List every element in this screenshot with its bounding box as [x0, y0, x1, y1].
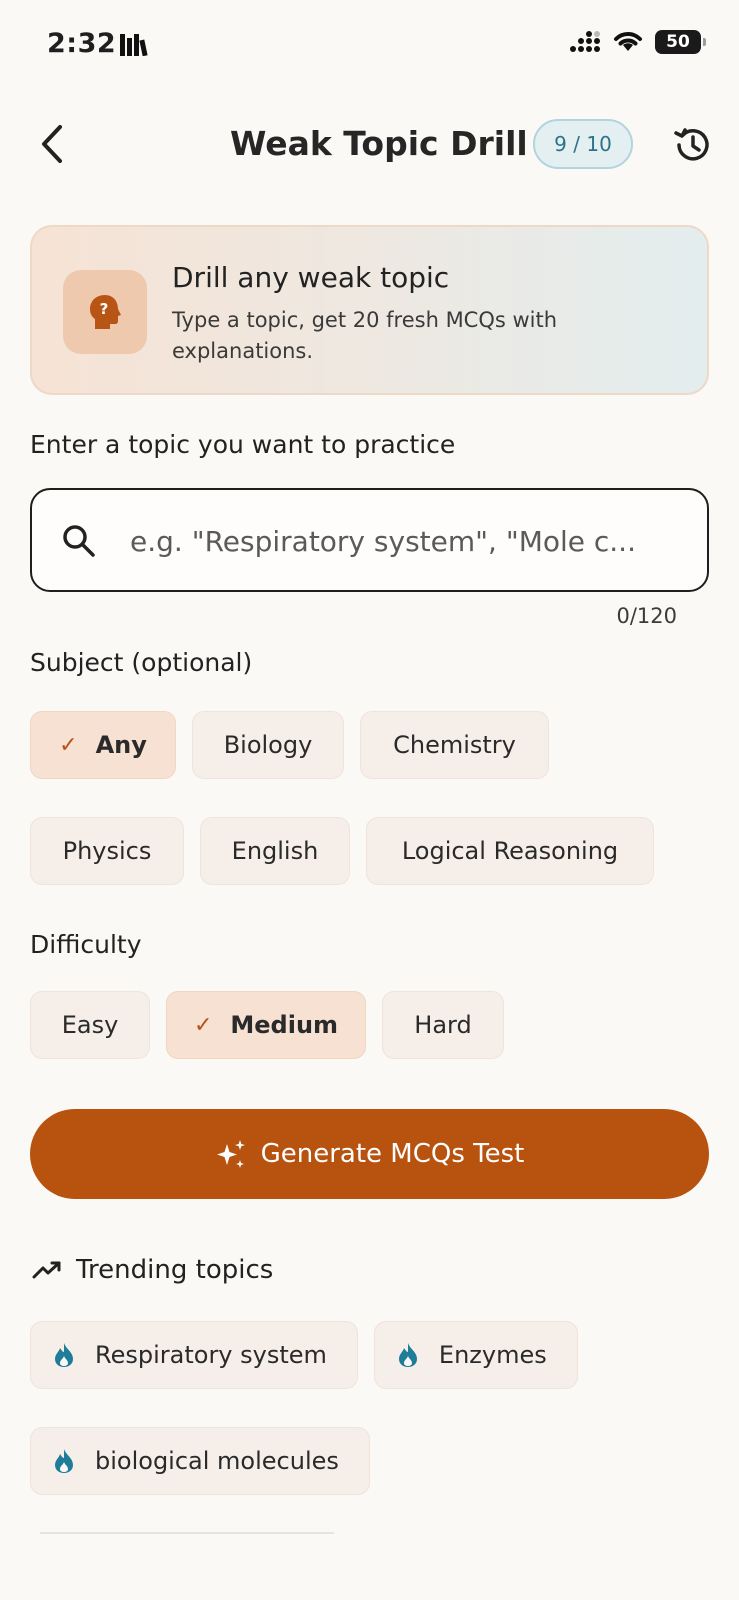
chip-label: Medium [230, 1011, 339, 1039]
status-bar: 2:32 50 [0, 0, 739, 90]
quota-badge: 9 / 10 [533, 119, 633, 169]
subject-chip-logical-reasoning[interactable]: Logical Reasoning [366, 817, 654, 885]
chevron-left-icon [42, 125, 62, 163]
head-question-icon: ? [90, 295, 121, 329]
trending-chips-row-1: Respiratory system Enzymes [30, 1321, 578, 1389]
trending-label: Trending topics [76, 1255, 274, 1285]
chip-label: Chemistry [393, 731, 516, 759]
topic-label: biological molecules [95, 1447, 339, 1475]
history-icon [674, 128, 709, 161]
difficulty-chip-easy[interactable]: Easy [30, 991, 150, 1059]
generate-mcqs-button[interactable]: Generate MCQs Test [30, 1109, 709, 1199]
trending-up-icon [32, 1261, 61, 1279]
subject-chip-english[interactable]: English [200, 817, 350, 885]
chip-label: Any [95, 731, 147, 759]
subject-label: Subject (optional) [30, 648, 253, 677]
chip-label: Biology [223, 731, 313, 759]
status-time: 2:32 [47, 28, 117, 59]
books-icon [120, 34, 148, 56]
sparkles-icon [216, 1140, 245, 1168]
search-box[interactable] [30, 488, 709, 592]
trending-chips-row-2: biological molecules [30, 1427, 370, 1495]
char-count: 0/120 [616, 604, 677, 628]
subject-chip-any[interactable]: ✓ Any [30, 711, 176, 779]
difficulty-chip-hard[interactable]: Hard [382, 991, 504, 1059]
generate-button-label: Generate MCQs Test [260, 1139, 525, 1169]
subject-chip-biology[interactable]: Biology [192, 711, 344, 779]
wifi-icon [614, 32, 642, 51]
chip-label: Hard [414, 1011, 472, 1039]
trending-topic-chip[interactable]: Respiratory system [30, 1321, 358, 1389]
svg-text:?: ? [100, 300, 109, 318]
subject-chip-physics[interactable]: Physics [30, 817, 184, 885]
flame-icon [55, 1449, 73, 1473]
page-title: Weak Topic Drill [230, 124, 528, 163]
check-icon: ✓ [59, 732, 78, 758]
chip-label: Easy [61, 1011, 119, 1039]
info-card: ? Drill any weak topic Type a topic, get… [30, 225, 709, 395]
status-indicators: 50 [569, 30, 706, 54]
history-button[interactable] [672, 124, 714, 166]
divider [40, 1532, 334, 1534]
back-button[interactable] [38, 122, 74, 166]
chip-label: Logical Reasoning [401, 837, 619, 865]
flame-icon [398, 1343, 417, 1367]
flame-icon [55, 1343, 73, 1367]
trending-header: Trending topics [32, 1255, 273, 1285]
difficulty-chip-medium[interactable]: ✓ Medium [166, 991, 366, 1059]
subject-chip-chemistry[interactable]: Chemistry [360, 711, 549, 779]
header: Weak Topic Drill 9 / 10 [0, 110, 739, 176]
subject-chips-row-2: Physics English Logical Reasoning [30, 817, 654, 885]
info-title: Drill any weak topic [172, 261, 450, 294]
battery-indicator: 50 [655, 30, 706, 54]
signal-icon [570, 31, 600, 52]
search-icon [63, 525, 95, 557]
subject-chips-row-1: ✓ Any Biology Chemistry [30, 711, 549, 779]
topic-label: Enzymes [438, 1341, 547, 1369]
trending-topic-chip[interactable]: Enzymes [373, 1321, 578, 1389]
chip-label: English [231, 837, 319, 865]
difficulty-chips: Easy ✓ Medium Hard [30, 991, 504, 1059]
topic-search-input[interactable] [130, 514, 690, 568]
check-icon: ✓ [193, 1012, 213, 1038]
topic-label: Enter a topic you want to practice [30, 430, 456, 459]
chip-label: Physics [62, 837, 152, 865]
topic-label: Respiratory system [95, 1341, 327, 1369]
info-description: Type a topic, get 20 fresh MCQs with exp… [172, 308, 558, 363]
difficulty-label: Difficulty [30, 930, 142, 959]
trending-topic-chip[interactable]: biological molecules [30, 1427, 370, 1495]
info-icon-box: ? [63, 270, 147, 354]
